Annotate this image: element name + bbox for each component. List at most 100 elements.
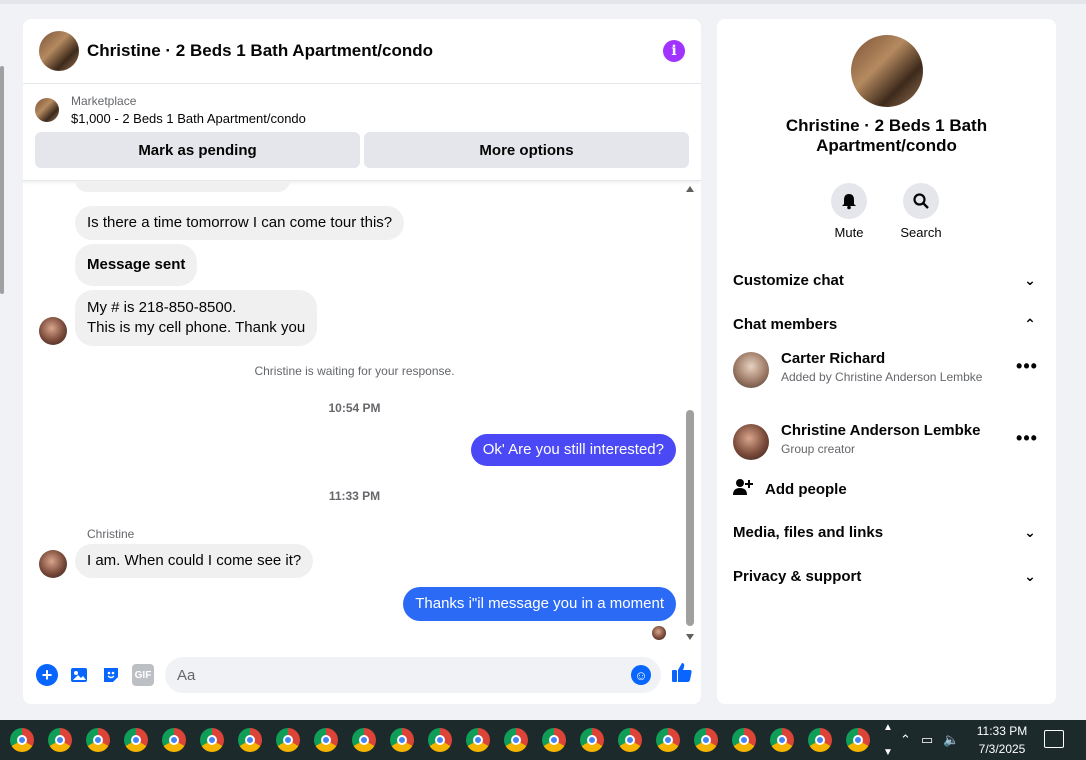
chrome-icon[interactable] (10, 728, 34, 752)
chrome-icon[interactable] (124, 728, 148, 752)
member-name[interactable]: Christine Anderson Lembke (781, 422, 1014, 439)
add-people-label: Add people (765, 481, 847, 498)
more-icon[interactable]: ••• (1014, 356, 1040, 377)
chrome-icon[interactable] (276, 728, 300, 752)
scroll-thumb[interactable] (686, 410, 694, 626)
outgoing-message-bubble[interactable]: Thanks i"il message you in a moment (403, 587, 676, 621)
section-label: Media, files and links (733, 523, 884, 541)
member-row[interactable]: Christine Anderson Lembke Group creator … (733, 422, 1040, 460)
chevron-down-icon: ⌄ (1024, 271, 1036, 288)
chat-avatar[interactable] (39, 31, 79, 71)
chrome-icon[interactable] (808, 728, 832, 752)
chrome-icon[interactable] (390, 728, 414, 752)
photo-icon[interactable] (68, 664, 90, 686)
listing-title[interactable]: $1,000 - 2 Beds 1 Bath Apartment/condo (71, 111, 306, 126)
system-clock[interactable]: 11:33 PM 7/3/2025 (968, 722, 1036, 758)
chrome-icon[interactable] (504, 728, 528, 752)
plus-icon[interactable]: + (36, 664, 58, 686)
scroll-down-icon[interactable] (686, 634, 694, 640)
member-avatar[interactable] (733, 352, 769, 388)
mark-as-pending-button[interactable]: Mark as pending (35, 132, 360, 168)
chevron-down-icon: ⌄ (1024, 567, 1036, 584)
listing-thumbnail[interactable] (35, 98, 59, 122)
marketplace-banner: Marketplace $1,000 - 2 Beds 1 Bath Apart… (23, 84, 701, 181)
member-name[interactable]: Carter Richard (781, 350, 1014, 367)
chrome-icon[interactable] (542, 728, 566, 752)
search-action[interactable]: Search (891, 183, 951, 240)
message-bubble[interactable]: I am. When could I come see it? (75, 544, 314, 578)
clock-date: 7/3/2025 (978, 742, 1026, 756)
message-scrollbar[interactable] (685, 182, 695, 642)
chrome-icon[interactable] (656, 728, 680, 752)
marketplace-label: Marketplace (71, 94, 137, 108)
mute-action[interactable]: Mute (819, 183, 879, 240)
window-top-border (0, 0, 1086, 4)
privacy-support-section[interactable]: Privacy & support ⌄ (733, 558, 1040, 594)
timestamp: 10:54 PM (328, 401, 381, 415)
sender-avatar[interactable] (39, 317, 67, 345)
chrome-icon[interactable] (732, 728, 756, 752)
gif-icon[interactable]: GIF (132, 664, 154, 686)
message-list: Is there a time tomorrow I can come tour… (23, 182, 701, 642)
member-subtitle: Group creator (781, 442, 856, 456)
add-people-button[interactable]: Add people (733, 477, 847, 502)
message-bubble[interactable]: Is there a time tomorrow I can come tour… (75, 206, 405, 240)
message-input-box[interactable]: ☺ (165, 657, 661, 693)
group-avatar[interactable] (851, 35, 923, 107)
more-options-button[interactable]: More options (364, 132, 689, 168)
chrome-icon[interactable] (694, 728, 718, 752)
chrome-icon[interactable] (238, 728, 262, 752)
page-scrollbar[interactable] (0, 66, 4, 294)
more-icon[interactable]: ••• (1014, 428, 1040, 449)
chevron-up-icon: ⌃ (1024, 315, 1036, 332)
message-bubble[interactable]: My # is 218-850-8500. This is my cell ph… (75, 290, 318, 346)
media-files-links-section[interactable]: Media, files and links ⌄ (733, 514, 1040, 550)
chrome-icon[interactable] (162, 728, 186, 752)
info-icon[interactable]: i (663, 40, 685, 62)
customize-chat-section[interactable]: Customize chat ⌄ (733, 262, 1040, 298)
bell-icon[interactable] (831, 183, 867, 219)
chrome-icon[interactable] (48, 728, 72, 752)
scroll-up-icon[interactable] (686, 186, 694, 192)
chrome-icon[interactable] (580, 728, 604, 752)
notification-icon[interactable] (1044, 730, 1064, 748)
search-icon[interactable] (903, 183, 939, 219)
clock-time: 11:33 PM (976, 724, 1028, 738)
sticker-icon[interactable] (100, 664, 122, 686)
message-line: My # is 218-850-8500. (87, 299, 237, 316)
chevron-down-icon[interactable]: ▼ (883, 747, 893, 758)
taskbar-scroll[interactable]: ▲ ▼ (880, 720, 896, 760)
outgoing-message-bubble[interactable]: Ok' Are you still interested? (470, 434, 676, 466)
section-label: Chat members (733, 315, 838, 333)
composer: + GIF ☺ (23, 655, 701, 695)
chrome-icon[interactable] (86, 728, 110, 752)
chrome-icon[interactable] (314, 728, 338, 752)
chrome-icon[interactable] (618, 728, 642, 752)
message-bubble[interactable]: Message sent (75, 244, 198, 286)
chrome-icon[interactable] (428, 728, 452, 752)
member-subtitle: Added by Christine Anderson Lembke (781, 370, 983, 384)
volume-icon[interactable]: 🔈 (943, 732, 959, 748)
system-tray: ⌃ ▭ 🔈 (900, 720, 969, 760)
message-bubble-partial[interactable] (75, 182, 290, 192)
chrome-icon[interactable] (200, 728, 224, 752)
chrome-icon[interactable] (846, 728, 870, 752)
read-receipt-avatar (652, 626, 666, 640)
chrome-icon[interactable] (466, 728, 490, 752)
chat-title[interactable]: Christine · 2 Beds 1 Bath Apartment/cond… (87, 41, 663, 61)
like-icon[interactable] (671, 661, 693, 689)
member-row[interactable]: Carter Richard Added by Christine Anders… (733, 350, 1040, 388)
message-input[interactable] (177, 666, 631, 684)
emoji-icon[interactable]: ☺ (631, 665, 651, 685)
chat-members-section[interactable]: Chat members ⌃ (733, 306, 1040, 342)
info-title: Christine · 2 Beds 1 Bath Apartment/cond… (785, 116, 988, 155)
chrome-icon[interactable] (352, 728, 376, 752)
network-icon[interactable]: ▭ (921, 732, 933, 748)
timestamp: 11:33 PM (328, 489, 381, 503)
chevron-up-icon[interactable]: ▲ (883, 722, 893, 733)
tray-expand-icon[interactable]: ⌃ (900, 732, 911, 748)
sender-avatar[interactable] (39, 550, 67, 578)
add-person-icon (733, 477, 755, 502)
chrome-icon[interactable] (770, 728, 794, 752)
member-avatar[interactable] (733, 424, 769, 460)
